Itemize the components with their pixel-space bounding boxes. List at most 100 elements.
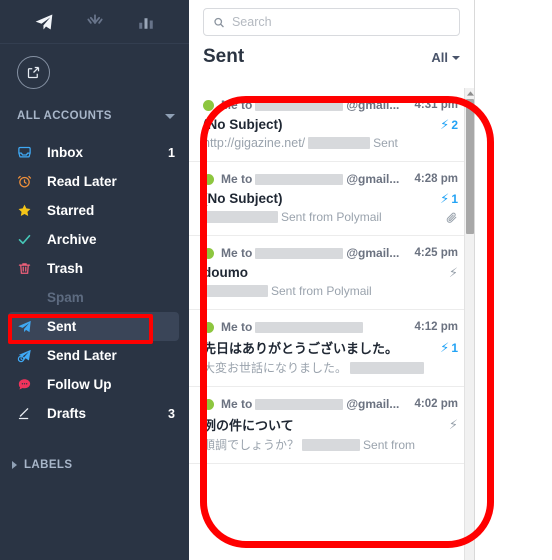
message-list-pane: Sent All Me to @gmail... 4:31 pm (No Subjec…	[189, 0, 475, 560]
sidebar-item-send-later[interactable]: Send Later	[8, 341, 179, 370]
compose-button-wrap	[0, 44, 189, 89]
all-accounts-label: ALL ACCOUNTS	[17, 110, 112, 122]
message-badge: ⚡	[449, 266, 458, 279]
message-sender: Me to	[221, 98, 253, 112]
compose-button[interactable]	[17, 56, 50, 89]
message-badge: ⚡	[449, 418, 458, 431]
star-icon	[17, 202, 39, 220]
message-list-item[interactable]: Me to @gmail... 4:28 pm (No Subject) ⚡ 1 Sent …	[189, 162, 474, 236]
sidebar-item-trash[interactable]: Trash	[8, 254, 179, 283]
message-domain: @gmail...	[346, 397, 400, 411]
tracking-bolt-icon: ⚡	[440, 191, 450, 206]
labels-section-toggle[interactable]: LABELS	[0, 454, 189, 476]
sidebar-item-label: Spam	[47, 290, 84, 305]
tracking-bolt-icon: ⚡	[448, 265, 458, 280]
message-domain: @gmail...	[346, 172, 400, 186]
unread-dot	[203, 247, 214, 259]
message-sent-from: Sent	[373, 136, 398, 150]
message-list: Me to @gmail... 4:31 pm (No Subject) ⚡ 2 http:…	[189, 88, 474, 560]
redacted-preview	[206, 285, 268, 297]
message-list-item[interactable]: Me to @gmail... 4:31 pm (No Subject) ⚡ 2 http:…	[189, 88, 474, 162]
message-subject: doumo	[203, 265, 248, 280]
sidebar-item-count: 3	[168, 406, 175, 421]
message-sent-from: Sent from	[363, 437, 416, 452]
redacted-preview	[350, 361, 425, 374]
search-wrap	[189, 0, 474, 36]
message-sender: Me to	[221, 320, 253, 334]
message-badge: ⚡ 1	[440, 192, 458, 206]
message-domain: @gmail...	[346, 246, 400, 260]
list-header: Sent All	[189, 36, 474, 68]
scroll-up-arrow-icon[interactable]	[465, 88, 475, 98]
send-icon	[17, 318, 39, 336]
sidebar-nav: Inbox 1 Read Later Starred Archive Trash Spam S…	[0, 138, 189, 428]
unread-dot	[203, 99, 214, 111]
unread-dot	[203, 321, 214, 333]
sidebar-item-label: Sent	[47, 319, 77, 334]
redacted-recipient	[255, 398, 344, 410]
filter-label: All	[431, 50, 448, 65]
message-list-item[interactable]: Me to 4:12 pm 先日はありがとうございました。 ⚡ 1 大変お世話になりました…	[189, 310, 474, 387]
redacted-preview	[302, 438, 361, 451]
message-time: 4:25 pm	[414, 247, 458, 259]
message-preview: http://gigazine.net/	[203, 136, 306, 150]
sidebar-item-spam[interactable]: Spam	[8, 283, 179, 312]
unread-dot	[203, 173, 214, 185]
scrollbar[interactable]	[464, 88, 474, 560]
sidebar-item-label: Send Later	[47, 348, 117, 363]
redacted-recipient	[255, 99, 344, 111]
sidebar-item-starred[interactable]: Starred	[8, 196, 179, 225]
sidebar-item-read-later[interactable]: Read Later	[8, 167, 179, 196]
inbox-icon	[17, 144, 39, 162]
message-subject: 例の件について	[203, 418, 294, 433]
sidebar-item-archive[interactable]: Archive	[8, 225, 179, 254]
sidebar-item-label: Archive	[47, 232, 97, 247]
page-title: Sent	[203, 46, 245, 67]
message-time: 4:02 pm	[414, 398, 458, 410]
message-subject: (No Subject)	[203, 191, 283, 206]
redacted-recipient	[255, 247, 344, 259]
sidebar: ALL ACCOUNTS Inbox 1 Read Later Starred Arch…	[0, 0, 189, 560]
search-input[interactable]	[231, 15, 450, 29]
tracking-bolt-icon: ⚡	[440, 117, 450, 132]
sidebar-item-sent[interactable]: Sent	[8, 312, 179, 341]
message-sender: Me to	[221, 172, 253, 186]
sidebar-item-label: Trash	[47, 261, 84, 276]
message-time: 4:12 pm	[414, 321, 458, 333]
message-sent-from: Sent from Polymail	[271, 284, 372, 298]
sidebar-item-follow-up[interactable]: Follow Up	[8, 370, 179, 399]
pencil-icon	[17, 405, 39, 423]
sidebar-topbar	[0, 0, 189, 44]
message-badge: ⚡ 1	[440, 341, 458, 355]
polymail-window: ALL ACCOUNTS Inbox 1 Read Later Starred Arch…	[0, 0, 552, 560]
sidebar-item-inbox[interactable]: Inbox 1	[8, 138, 179, 167]
chevron-down-icon	[452, 55, 460, 60]
reading-pane	[475, 0, 552, 560]
message-subject: 先日はありがとうございました。	[203, 341, 399, 356]
message-preview: 順調でしょうか？	[203, 438, 300, 452]
scrollbar-thumb[interactable]	[466, 99, 474, 234]
filter-dropdown[interactable]: All	[431, 50, 460, 68]
sidebar-item-label: Starred	[47, 203, 95, 218]
sidebar-item-drafts[interactable]: Drafts 3	[8, 399, 179, 428]
stats-icon[interactable]	[133, 9, 159, 35]
check-icon	[17, 231, 39, 249]
sidebar-item-count: 1	[168, 145, 175, 160]
open-count: 2	[451, 117, 458, 132]
send-later-icon	[17, 347, 39, 365]
message-list-item[interactable]: Me to @gmail... 4:25 pm doumo ⚡ Sent from Pol…	[189, 236, 474, 310]
clock-icon	[17, 173, 39, 191]
search-box[interactable]	[203, 8, 460, 36]
attachment-icon	[445, 211, 458, 224]
message-preview: 大変お世話になりました。	[203, 361, 348, 375]
mail-icon[interactable]	[31, 9, 57, 35]
contacts-icon[interactable]	[82, 9, 108, 35]
sidebar-item-label: Drafts	[47, 406, 87, 421]
search-icon	[214, 17, 224, 27]
chevron-right-icon	[12, 461, 17, 469]
redacted-preview	[308, 137, 371, 149]
message-sender: Me to	[221, 397, 253, 411]
all-accounts-selector[interactable]: ALL ACCOUNTS	[0, 105, 189, 127]
message-list-item[interactable]: Me to @gmail... 4:02 pm 例の件について ⚡ 順調でしょうか？ Sen…	[189, 387, 474, 464]
redacted-recipient	[255, 321, 364, 333]
